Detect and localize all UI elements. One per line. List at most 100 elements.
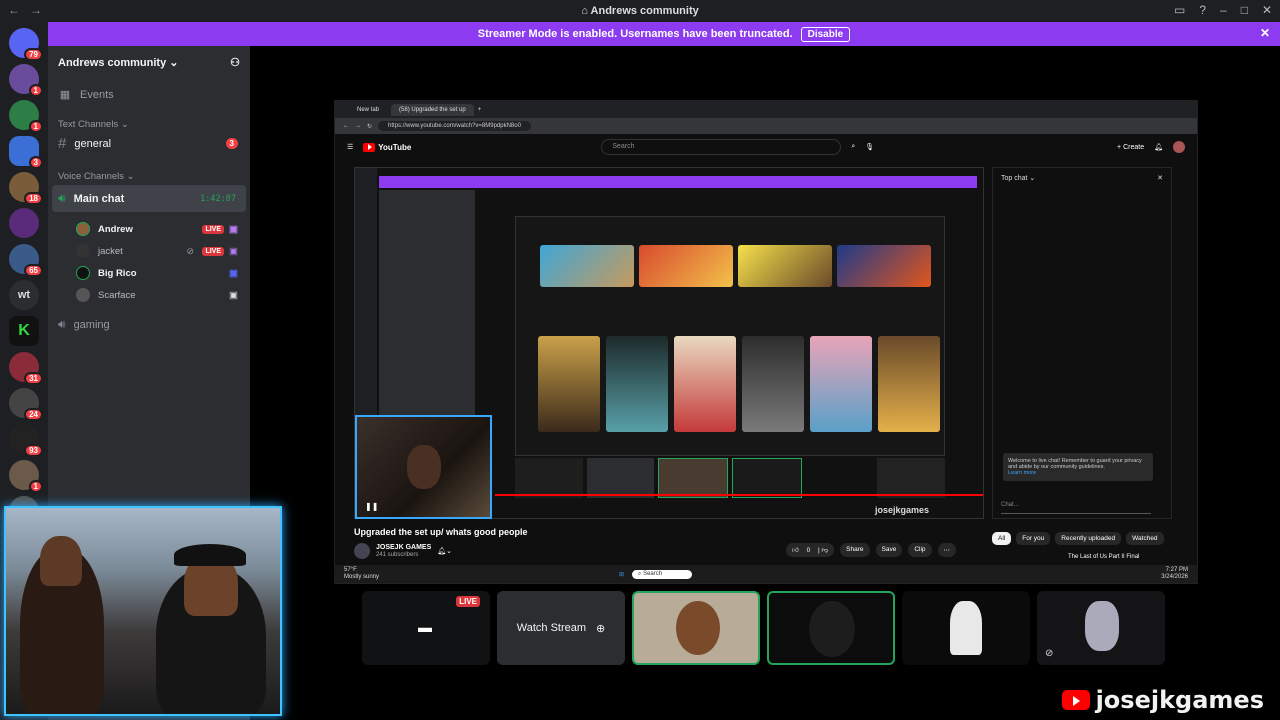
browser-tab[interactable]: New tab [349,104,387,116]
participant-avatar [950,601,982,655]
voice-channel-gaming[interactable]: 🔊︎ gaming [48,312,250,337]
bell-icon[interactable]: 🔔︎⌄ [437,547,452,555]
streamer-mode-banner: Streamer Mode is enabled. Usernames have… [48,22,1280,46]
text-channels-category[interactable]: Text Channels ⌄ [48,119,250,130]
chip-for-you[interactable]: For you [1016,532,1051,545]
browser-tab-strip: New tab (58) Upgraded the set up + [335,101,1197,118]
youtube-logo[interactable]: YouTube [363,142,411,152]
server-icon[interactable]: K [9,316,39,346]
profile-avatar[interactable] [1173,141,1185,153]
windows-start-icon[interactable]: ⊞ [619,571,624,578]
avatar [76,266,90,280]
url-field[interactable]: https://www.youtube.com/watch?v=8M9pdpkN… [378,121,531,131]
save-button[interactable]: Save [875,543,903,557]
voice-member-scarface[interactable]: Scarface ▣ [48,284,250,306]
short-thumbnail[interactable] [878,336,940,432]
server-icon[interactable]: 1 [9,100,43,133]
short-thumbnail[interactable] [606,336,668,432]
short-thumbnail[interactable] [810,336,872,432]
voice-member-andrew[interactable]: Andrew LIVE ▣ [48,218,250,240]
chip-recently-uploaded[interactable]: Recently uploaded [1055,532,1122,545]
reload-icon[interactable]: ↻ [367,123,372,130]
channel-general[interactable]: # general 3 [48,130,250,157]
notification-badge: 3 [28,156,43,169]
thumbnail[interactable] [738,245,832,287]
watch-stream-icon[interactable]: ⊕ [596,622,605,635]
events-item[interactable]: ▦ Events [48,84,250,105]
disable-streamer-mode-button[interactable]: Disable [800,26,851,42]
pause-icon[interactable]: ❚❚ [365,502,378,511]
chat-input[interactable]: Chat... [1001,502,1151,514]
server-icon[interactable]: 1 [9,460,43,493]
server-header[interactable]: Andrews community ⌄ ⚇ [48,46,250,80]
server-icon[interactable]: 1 [9,64,43,97]
chip-watched[interactable]: Watched [1126,532,1164,545]
voice-member-big-rico[interactable]: Big Rico ▣ [48,262,250,284]
help-icon[interactable]: ? [1199,3,1206,17]
video-tile-big-rico[interactable] [767,591,895,665]
home-server-icon[interactable]: 79 [9,28,43,61]
inbox-icon[interactable]: ▭ [1174,3,1185,17]
video-tile-scarface[interactable] [902,591,1030,665]
next-video-title[interactable]: The Last of Us Part II Final [1068,554,1139,560]
stream-tile-andrew[interactable]: LIVE ▬ [362,591,490,665]
voice-channel-main-chat[interactable]: 🔊︎ Main chat 1:42:07 [52,185,246,212]
video-tile-jacket[interactable]: ⊘ [1037,591,1165,665]
monitor-icon: ▬ [418,619,432,635]
like-button[interactable]: 👍︎ 0 | 👎︎ [786,543,835,557]
bell-icon[interactable]: 🔔︎ [1154,143,1163,151]
mic-icon[interactable]: 🎙︎ [865,143,874,151]
notification-badge: 31 [24,372,43,385]
server-icon[interactable]: 18 [9,172,43,205]
thumbnail[interactable] [837,245,931,287]
notification-badge: 24 [24,408,43,421]
search-icon[interactable]: ⌕ [851,143,855,151]
browser-tab-active[interactable]: (58) Upgraded the set up [391,103,474,116]
stream-tile-jacket[interactable]: Watch Stream ⊕ [497,591,625,665]
voice-member-jacket[interactable]: jacket ⊘ LIVE ▣ [48,240,250,262]
close-icon[interactable]: ✕ [1157,174,1163,182]
progress-bar[interactable] [495,494,983,496]
menu-icon[interactable]: ☰ [347,143,353,151]
video-tile-andrew[interactable] [632,591,760,665]
server-icon[interactable]: 93 [9,424,43,457]
thumbnail[interactable] [639,245,733,287]
clock-date: 3/24/2026 [1161,574,1188,580]
server-icon[interactable]: 65 [9,244,43,277]
server-icon[interactable]: wt [9,280,39,310]
hash-icon: # [58,135,67,152]
create-button[interactable]: + Create [1117,144,1144,151]
clip-button[interactable]: Clip [908,543,932,557]
youtube-search-input[interactable]: Search [601,139,842,155]
short-thumbnail[interactable] [742,336,804,432]
add-member-icon[interactable]: ⚇ [230,56,240,70]
taskbar-search[interactable]: ⌕ Search [632,569,693,579]
back-arrow-icon[interactable]: ← [343,123,349,129]
channel-name[interactable]: JOSEJK GAMES [376,544,431,551]
forward-arrow-icon[interactable]: → [355,123,361,129]
server-icon[interactable] [9,208,39,238]
taskbar-clock[interactable]: 7:27 PM 3/24/2026 [1161,567,1198,581]
maximize-button[interactable]: □ [1241,3,1248,17]
top-chat-selector[interactable]: Top chat ⌄ [1001,174,1035,182]
new-tab-icon[interactable]: + [478,107,482,113]
server-icon-active[interactable]: 3 [9,136,43,169]
server-icon[interactable]: 24 [9,388,43,421]
minimize-button[interactable]: – [1220,3,1227,17]
close-button[interactable]: ✕ [1262,3,1272,17]
short-thumbnail[interactable] [674,336,736,432]
voice-channels-category[interactable]: Voice Channels ⌄ [48,171,250,182]
short-thumbnail[interactable] [538,336,600,432]
weather-temp: 57°F [344,567,357,573]
live-badge: LIVE [456,596,480,607]
learn-more-link[interactable]: Learn more [1008,470,1036,476]
channel-avatar[interactable] [354,543,370,559]
more-icon[interactable]: ⋯ [937,543,957,557]
share-button[interactable]: Share [840,543,870,557]
screen-share-icon: ▣ [229,245,238,257]
chip-all[interactable]: All [992,532,1012,545]
weather-widget[interactable]: 57°F Mostly sunny [334,567,379,581]
thumbnail[interactable] [540,245,634,287]
server-icon[interactable]: 31 [9,352,43,385]
close-icon[interactable]: ✕ [1260,26,1270,40]
